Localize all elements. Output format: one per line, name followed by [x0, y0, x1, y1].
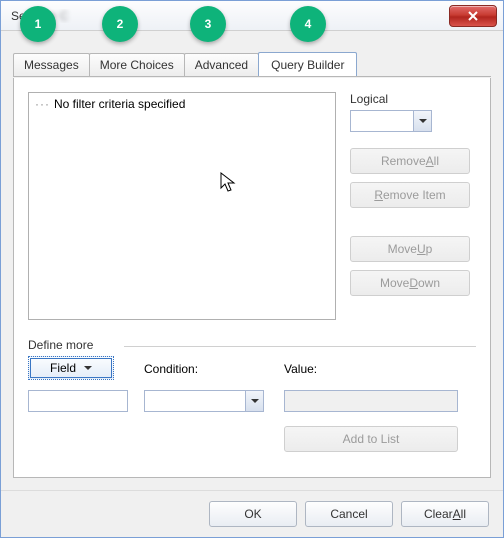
cursor-icon	[220, 172, 238, 194]
tree-root-icon: ···	[35, 97, 50, 111]
callout-1: 1	[20, 6, 56, 42]
chevron-down-icon	[84, 366, 92, 374]
callout-2: 2	[102, 6, 138, 42]
tab-row: Messages More Choices Advanced Query Bui…	[13, 53, 491, 77]
add-to-list-button[interactable]: Add to List	[284, 426, 458, 452]
tab-query-builder[interactable]: Query Builder	[258, 52, 357, 76]
callout-3: 3	[190, 6, 226, 42]
condition-combo[interactable]	[144, 390, 264, 412]
ok-button[interactable]: OK	[209, 501, 297, 527]
value-input[interactable]	[284, 390, 458, 412]
remove-all-button[interactable]: Remove All	[350, 148, 470, 174]
separator	[124, 346, 476, 347]
criteria-empty-text: No filter criteria specified	[54, 97, 185, 111]
criteria-tree[interactable]: ··· No filter criteria specified	[28, 92, 336, 320]
remove-item-button[interactable]: Remove Item	[350, 182, 470, 208]
tab-messages[interactable]: Messages	[13, 53, 90, 77]
move-up-button[interactable]: Move Up	[350, 236, 470, 262]
clear-all-button[interactable]: Clear All	[401, 501, 489, 527]
field-text-input[interactable]	[28, 390, 128, 412]
condition-label: Condition:	[144, 362, 198, 376]
chevron-down-icon	[413, 111, 431, 131]
logical-combo[interactable]	[350, 110, 432, 132]
dialog-window: Seolder C Messages More Choices Advanced…	[0, 0, 504, 538]
tab-label: Messages	[24, 58, 79, 72]
window-title: Seolder C	[11, 9, 449, 23]
logical-label: Logical	[350, 92, 470, 106]
define-more-label: Define more	[28, 338, 93, 352]
cancel-button[interactable]: Cancel	[305, 501, 393, 527]
chevron-down-icon	[245, 391, 263, 411]
tab-content: ···No filter criteria specified Logical …	[13, 78, 491, 478]
titlebar[interactable]: Seolder C	[1, 1, 503, 31]
value-label: Value:	[284, 362, 317, 376]
field-dropdown[interactable]: Field	[28, 356, 114, 380]
move-down-button[interactable]: Move Down	[350, 270, 470, 296]
tab-label: Query Builder	[271, 58, 344, 72]
dialog-footer: OK Cancel Clear All	[1, 490, 503, 537]
tab-label: More Choices	[100, 58, 174, 72]
close-button[interactable]	[449, 5, 497, 27]
tab-label: Advanced	[195, 58, 248, 72]
field-dropdown-label: Field	[50, 361, 76, 375]
tab-underline	[13, 76, 491, 77]
callout-4: 4	[290, 6, 326, 42]
close-icon	[467, 11, 479, 21]
tab-advanced[interactable]: Advanced	[184, 53, 259, 77]
tab-more-choices[interactable]: More Choices	[89, 53, 185, 77]
